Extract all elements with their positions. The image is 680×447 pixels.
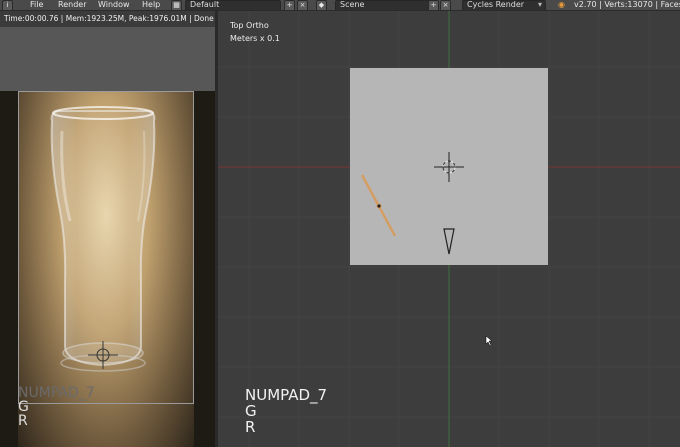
menu-file[interactable]: File (30, 0, 43, 10)
screen-layout-field[interactable]: Default (185, 0, 281, 10)
remove-scene-icon[interactable]: × (440, 0, 451, 10)
scene-icon[interactable]: ◆ (316, 0, 327, 10)
add-layout-icon[interactable]: + (284, 0, 295, 10)
left-key-line-g: G (18, 399, 29, 415)
top-header-bar: i File Render Window Help ▦ Default + × … (0, 0, 680, 11)
viewport-canvas[interactable] (218, 11, 680, 447)
viewport-key-overlay: NUMPAD_7 G R (245, 387, 327, 435)
left-key-line-r: R (18, 413, 28, 429)
screen-layout-icon[interactable]: ▦ (171, 0, 182, 10)
menu-window[interactable]: Window (98, 0, 130, 10)
remove-layout-icon[interactable]: × (297, 0, 308, 10)
viewport-key-line-g: G (245, 402, 257, 420)
menu-render[interactable]: Render (58, 0, 86, 10)
viewport-label: Top Ortho Meters x 0.1 (230, 19, 280, 45)
view-name: Top Ortho (230, 21, 269, 30)
units-label: Meters x 0.1 (230, 34, 280, 43)
mouse-cursor-icon (485, 335, 493, 347)
left-key-label: NUMPAD_7 (18, 385, 95, 401)
render-border-frame (18, 91, 194, 404)
editor-type-icon[interactable]: i (2, 0, 13, 10)
viewport-key-label: NUMPAD_7 (245, 386, 328, 404)
chevron-down-icon: ▾ (538, 0, 543, 9)
render-info-bar: Time:00:00.76 | Mem:1923.25M, Peak:1976.… (0, 11, 215, 27)
viewport-key-line-r: R (245, 418, 256, 436)
scene-field[interactable]: Scene (335, 0, 431, 10)
blender-logo-icon: ◉ (558, 0, 565, 9)
image-editor-panel[interactable]: Time:00:00.76 | Mem:1923.25M, Peak:1976.… (0, 11, 215, 447)
3d-viewport[interactable]: Top Ortho Meters x 0.1 NUMPAD_7 G R (218, 11, 680, 447)
render-engine-dropdown[interactable]: Cycles Render (462, 0, 546, 10)
left-key-overlay: NUMPAD_7 G R (18, 386, 95, 428)
menu-help[interactable]: Help (142, 0, 160, 10)
stats-text: v2.70 | Verts:13070 | Faces: (574, 0, 680, 9)
add-scene-icon[interactable]: + (428, 0, 439, 10)
